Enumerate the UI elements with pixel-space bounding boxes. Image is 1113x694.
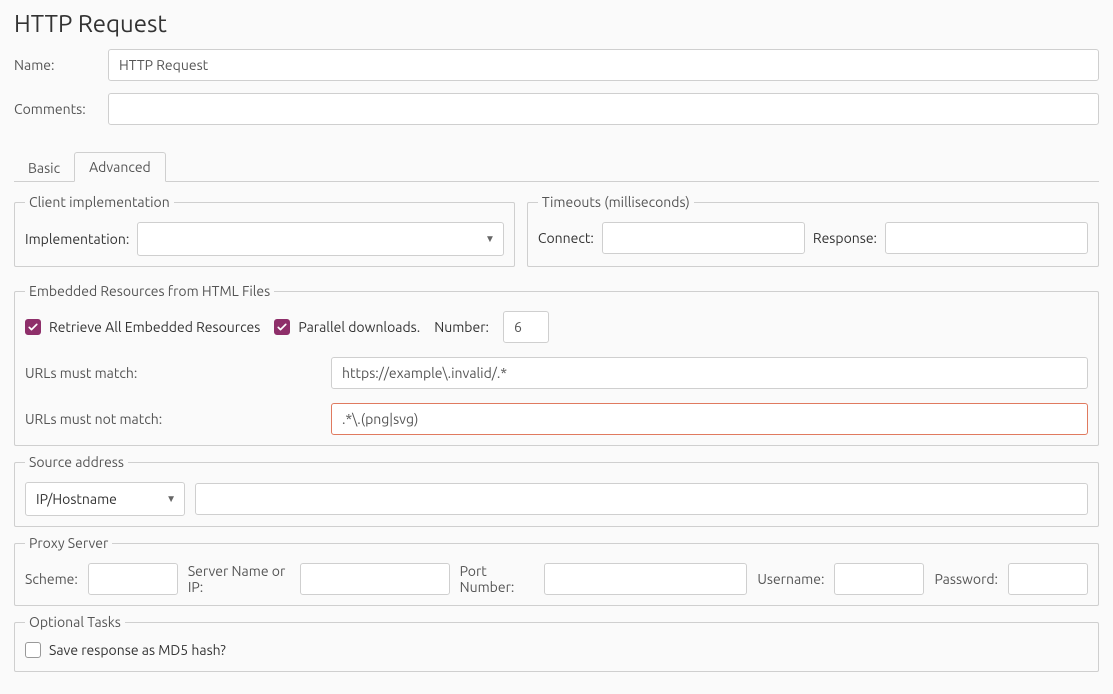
proxy-server-legend: Proxy Server bbox=[25, 535, 112, 551]
proxy-scheme-label: Scheme: bbox=[25, 571, 78, 587]
checkbox-icon bbox=[274, 319, 290, 335]
number-label: Number: bbox=[434, 319, 489, 335]
urls-match-label: URLs must match: bbox=[25, 365, 321, 381]
optional-tasks-group: Optional Tasks Save response as MD5 hash… bbox=[14, 614, 1099, 672]
chevron-down-icon: ▼ bbox=[166, 493, 176, 505]
proxy-server-label: Server Name or IP: bbox=[188, 563, 290, 595]
page-title: HTTP Request bbox=[14, 10, 1099, 37]
proxy-user-label: Username: bbox=[757, 571, 824, 587]
proxy-port-label: Port Number: bbox=[460, 563, 535, 595]
retrieve-all-checkbox[interactable]: Retrieve All Embedded Resources bbox=[25, 319, 260, 335]
embedded-resources-group: Embedded Resources from HTML Files Retri… bbox=[14, 283, 1099, 446]
response-label: Response: bbox=[813, 230, 877, 246]
name-label: Name: bbox=[14, 57, 108, 73]
source-address-legend: Source address bbox=[25, 454, 128, 470]
client-implementation-legend: Client implementation bbox=[25, 194, 174, 210]
proxy-user-input[interactable] bbox=[834, 563, 924, 595]
checkbox-icon bbox=[25, 642, 41, 658]
embedded-resources-legend: Embedded Resources from HTML Files bbox=[25, 283, 274, 299]
timeouts-legend: Timeouts (milliseconds) bbox=[538, 194, 694, 210]
proxy-pass-input[interactable] bbox=[1008, 563, 1088, 595]
tab-advanced[interactable]: Advanced bbox=[74, 152, 166, 182]
parallel-downloads-checkbox[interactable]: Parallel downloads. bbox=[274, 319, 420, 335]
optional-tasks-legend: Optional Tasks bbox=[25, 614, 125, 630]
source-address-input[interactable] bbox=[195, 483, 1088, 515]
proxy-pass-label: Password: bbox=[934, 571, 998, 587]
retrieve-all-label: Retrieve All Embedded Resources bbox=[49, 319, 260, 335]
implementation-select[interactable]: ▼ bbox=[137, 222, 504, 256]
client-implementation-group: Client implementation Implementation: ▼ bbox=[14, 194, 515, 267]
save-md5-label: Save response as MD5 hash? bbox=[49, 642, 226, 658]
proxy-scheme-input[interactable] bbox=[88, 563, 178, 595]
timeouts-group: Timeouts (milliseconds) Connect: Respons… bbox=[527, 194, 1099, 267]
comments-label: Comments: bbox=[14, 101, 108, 117]
name-input[interactable] bbox=[108, 49, 1099, 81]
comments-input[interactable] bbox=[108, 93, 1099, 125]
chevron-down-icon: ▼ bbox=[485, 233, 495, 245]
parallel-downloads-label: Parallel downloads. bbox=[298, 319, 420, 335]
tab-basic[interactable]: Basic bbox=[14, 154, 74, 182]
number-input[interactable] bbox=[503, 311, 549, 343]
proxy-port-input[interactable] bbox=[544, 563, 747, 595]
connect-input[interactable] bbox=[602, 222, 805, 254]
urls-not-match-input[interactable] bbox=[331, 403, 1088, 435]
tabs: Basic Advanced bbox=[14, 151, 1099, 182]
implementation-label: Implementation: bbox=[25, 231, 129, 247]
source-type-value: IP/Hostname bbox=[36, 491, 117, 507]
source-address-group: Source address IP/Hostname ▼ bbox=[14, 454, 1099, 527]
proxy-server-input[interactable] bbox=[300, 563, 450, 595]
checkbox-icon bbox=[25, 319, 41, 335]
response-input[interactable] bbox=[885, 222, 1088, 254]
urls-not-match-label: URLs must not match: bbox=[25, 411, 321, 427]
connect-label: Connect: bbox=[538, 230, 594, 246]
urls-match-input[interactable] bbox=[331, 357, 1088, 389]
source-type-select[interactable]: IP/Hostname ▼ bbox=[25, 482, 185, 516]
proxy-server-group: Proxy Server Scheme: Server Name or IP: … bbox=[14, 535, 1099, 606]
save-md5-checkbox[interactable]: Save response as MD5 hash? bbox=[25, 642, 226, 658]
